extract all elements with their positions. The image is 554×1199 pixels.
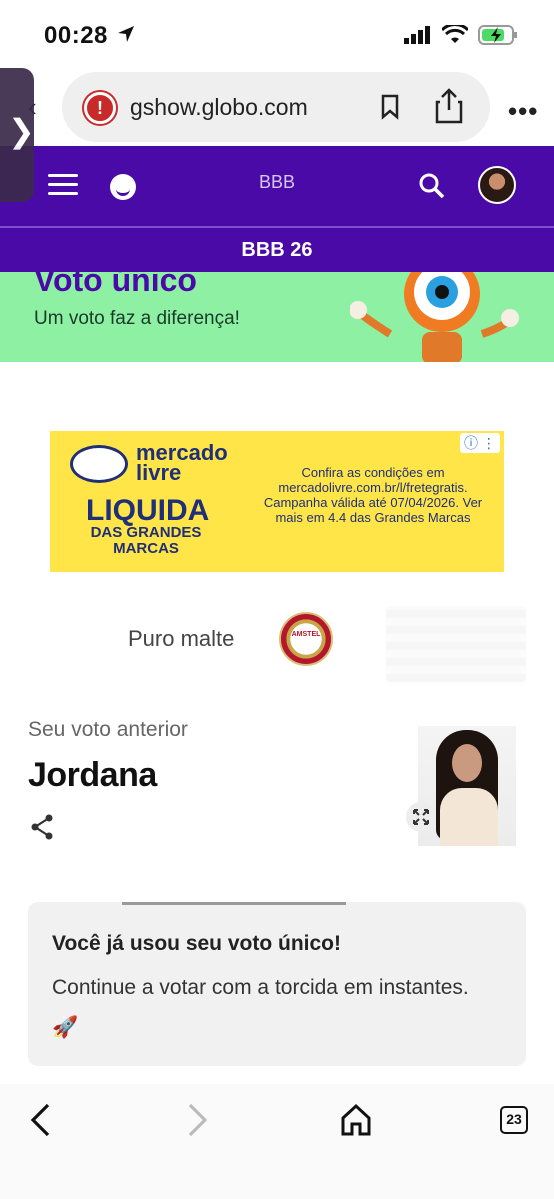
previous-vote-name: Jordana <box>28 756 157 794</box>
sponsor-text: Puro malte <box>128 626 235 651</box>
side-drawer-handle[interactable]: ❯ <box>0 68 35 202</box>
tabs-count-button[interactable]: 23 <box>500 1106 528 1134</box>
notice-title: Você já usou seu voto único! <box>52 932 341 955</box>
ad-subheadline: DAS GRANDES MARCAS <box>90 524 202 557</box>
status-time: 00:28 <box>44 22 108 49</box>
signal-icon <box>404 26 430 44</box>
banner-heading: Voto único <box>34 272 197 298</box>
header-title: BBB <box>258 172 296 192</box>
search-icon[interactable] <box>418 172 446 200</box>
share-icon[interactable] <box>434 88 464 124</box>
browser-toolbar: 23 <box>0 1084 554 1199</box>
more-options-icon[interactable]: ••• <box>508 96 538 127</box>
share-nodes-icon[interactable] <box>30 814 54 840</box>
progress-bar <box>122 902 346 905</box>
ad-brand: mercado livre <box>136 440 228 485</box>
sponsor-faded-graphic <box>386 606 526 682</box>
wifi-icon <box>442 25 468 43</box>
ad-info-icon[interactable]: ⓘ ⋮ <box>460 433 500 453</box>
vote-used-notice: Você já usou seu voto único! Continue a … <box>28 902 526 1066</box>
url-text[interactable]: gshow.globo.com <box>130 94 308 121</box>
bookmark-icon[interactable] <box>380 94 400 120</box>
address-field[interactable]: ! gshow.globo.com <box>62 72 490 142</box>
site-header: BBB <box>0 146 554 226</box>
handshake-logo-icon <box>70 445 128 483</box>
ad-copy: Confira as condições em mercadolivre.com… <box>263 465 483 525</box>
section-title[interactable]: BBB 26 <box>0 239 554 262</box>
home-icon[interactable] <box>340 1102 372 1138</box>
battery-charging-icon <box>478 25 517 45</box>
banner-subtitle: Um voto faz a diferença! <box>34 308 240 329</box>
status-icons <box>404 24 518 46</box>
ad-headline: LIQUIDA <box>86 494 210 527</box>
security-warning-icon[interactable]: ! <box>84 92 116 124</box>
notice-message: Continue a votar com a torcida em instan… <box>52 976 469 1039</box>
previous-vote-label: Seu voto anterior <box>28 718 188 741</box>
advertisement[interactable]: mercado livre LIQUIDA DAS GRANDES MARCAS C… <box>50 431 504 572</box>
big-brother-eye-mascot-icon <box>350 272 519 362</box>
status-bar: 00:28 <box>0 0 554 70</box>
section-bar: BBB 26 <box>0 226 554 272</box>
chevron-right-icon: ❯ <box>8 113 35 149</box>
back-icon[interactable] <box>28 1102 52 1138</box>
location-arrow-icon <box>118 26 134 42</box>
amstel-logo: AMSTEL <box>279 612 333 666</box>
expand-icon[interactable] <box>406 802 436 832</box>
browser-url-bar: ‹ ! gshow.globo.com ••• <box>0 70 554 146</box>
vote-banner: Voto único Um voto faz a diferença! <box>0 272 554 362</box>
forward-icon[interactable] <box>186 1102 210 1138</box>
user-avatar[interactable] <box>478 166 516 204</box>
